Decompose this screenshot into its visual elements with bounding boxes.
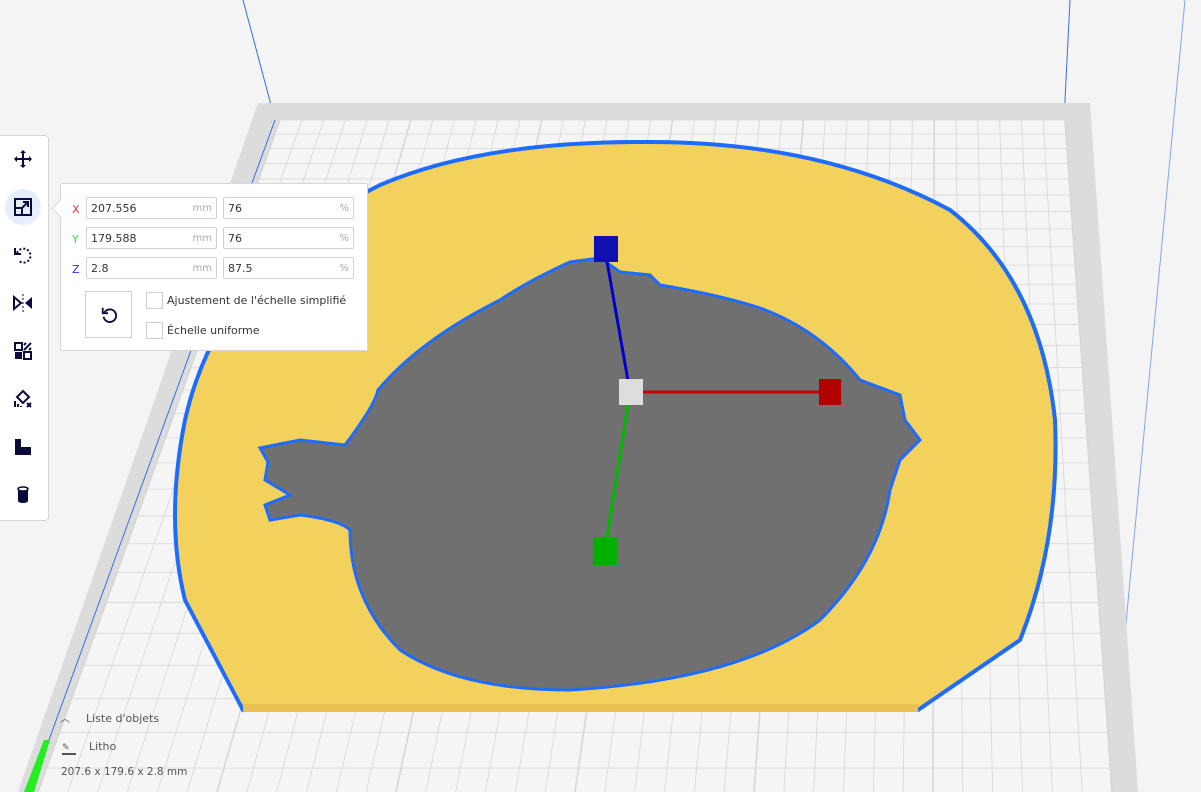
z-percent-input[interactable]: 87.5%	[223, 257, 354, 279]
rotate-icon	[14, 247, 32, 264]
snap-scaling-label: Ajustement de l'échelle simplifié	[167, 294, 347, 307]
scale-panel: X Y Z 207.556 mm 76% 179.588 mm 76% 2.8 mm …	[60, 183, 368, 351]
object-list-toggle[interactable]: ︿ Liste d'objets	[60, 710, 159, 725]
gizmo-z-handle	[594, 236, 618, 262]
scale-tool-button[interactable]	[5, 189, 41, 225]
z-mm-input[interactable]: 2.8 mm	[86, 257, 217, 279]
cylinder-icon	[17, 486, 29, 503]
x-axis-label: X	[72, 203, 80, 216]
support-icon	[15, 439, 31, 455]
y-mm-input[interactable]: 179.588 mm	[86, 227, 217, 249]
chevron-up-icon: ︿	[60, 714, 70, 725]
y-percent-input[interactable]: 76%	[223, 227, 354, 249]
reset-icon	[101, 307, 117, 323]
support-tool-button[interactable]	[5, 429, 41, 465]
support-blocker-button[interactable]	[5, 381, 41, 417]
x-percent-input[interactable]: 76%	[223, 197, 354, 219]
gizmo-x-handle	[819, 379, 841, 405]
y-axis-label: Y	[72, 233, 79, 246]
move-tool-button[interactable]	[5, 141, 41, 177]
reset-scale-button[interactable]	[85, 291, 132, 338]
uniform-scaling-checkbox[interactable]	[146, 322, 163, 339]
move-icon	[14, 150, 32, 168]
rotate-tool-button[interactable]	[5, 237, 41, 273]
mirror-tool-button[interactable]	[5, 285, 41, 321]
per-model-settings-button[interactable]	[5, 333, 41, 369]
cylinder-tool-button[interactable]	[5, 477, 41, 513]
z-axis-label: Z	[72, 263, 80, 276]
edit-icon: ✎	[62, 743, 76, 755]
gizmo-y-handle	[593, 537, 617, 565]
mirror-icon	[13, 294, 32, 312]
support-blocker-icon	[14, 389, 32, 408]
3d-viewport[interactable]	[0, 0, 1201, 792]
gizmo-center	[619, 379, 643, 405]
uniform-scaling-label: Échelle uniforme	[167, 324, 260, 337]
tool-toolbar	[0, 135, 49, 521]
object-dimensions: 207.6 x 179.6 x 2.8 mm	[61, 766, 188, 778]
per-model-settings-icon	[14, 342, 32, 360]
object-item[interactable]: ✎ Litho	[62, 740, 116, 755]
snap-scaling-checkbox[interactable]	[146, 292, 163, 309]
x-mm-input[interactable]: 207.556 mm	[86, 197, 217, 219]
scale-icon	[14, 198, 32, 216]
